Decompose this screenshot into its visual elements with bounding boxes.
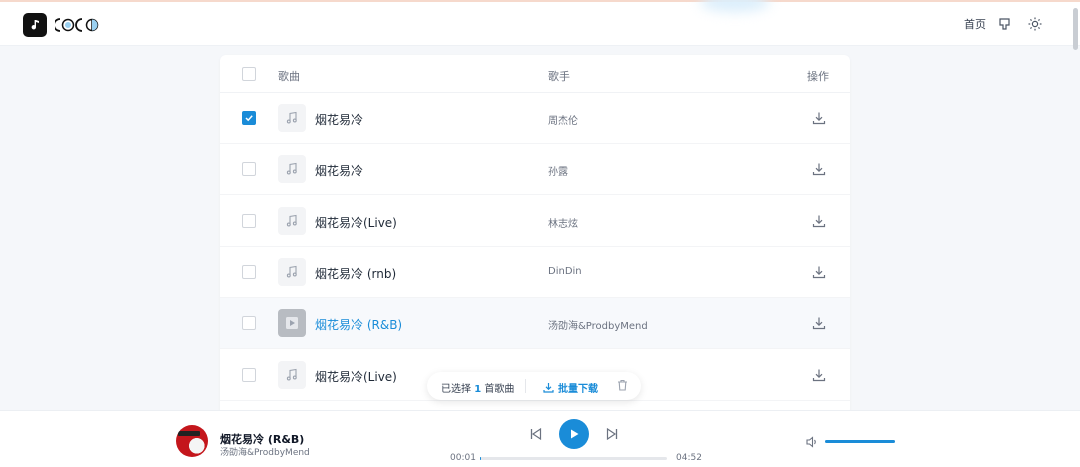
table-row[interactable]: 烟花易冷 (rnb) DinDin (220, 247, 850, 298)
playing-cover-icon[interactable] (278, 309, 306, 338)
divider (525, 379, 526, 393)
song-title[interactable]: 烟花易冷 (315, 111, 363, 128)
song-artist[interactable]: 周杰伦 (548, 112, 578, 127)
song-title[interactable]: 烟花易冷 (rnb) (315, 265, 396, 282)
current-time: 00:01 (450, 453, 476, 463)
progress-fill (480, 457, 481, 460)
volume-icon[interactable] (805, 435, 819, 449)
music-note-icon[interactable] (23, 13, 47, 37)
row-checkbox[interactable] (242, 316, 256, 331)
row-checkbox[interactable] (242, 264, 256, 279)
music-note-icon[interactable] (278, 155, 306, 184)
download-icon[interactable] (812, 213, 826, 227)
table-row[interactable]: 烟花易冷 周杰伦 (220, 93, 850, 144)
row-checkbox[interactable] (242, 111, 256, 125)
table-header: 歌曲 歌手 操作 (220, 55, 850, 93)
play-icon (571, 429, 579, 439)
song-title[interactable]: 烟花易冷(Live) (315, 368, 397, 385)
table-row[interactable]: 烟花易冷 孙露 (220, 144, 850, 196)
row-checkbox[interactable] (242, 213, 256, 228)
song-table: 歌曲 歌手 操作 烟花易冷 周杰伦 烟花易冷 孙露 烟花易冷(Live) 林志炫 烟花易冷 … (220, 55, 850, 415)
table-row[interactable]: 烟花易冷(Live) 林志炫 (220, 196, 850, 247)
album-cover[interactable] (176, 425, 208, 457)
download-icon[interactable] (812, 110, 826, 125)
column-header-song: 歌曲 (278, 70, 300, 83)
song-title[interactable]: 烟花易冷 (R&B) (315, 316, 402, 333)
music-note-icon[interactable] (278, 257, 306, 286)
song-artist[interactable]: 林志炫 (548, 215, 578, 230)
table-row[interactable]: 烟花易冷 (R&B) 汤劭海&ProdbyMend (220, 298, 850, 350)
download-icon[interactable] (812, 367, 826, 381)
nav-home-link[interactable]: 首页 (964, 16, 986, 32)
volume-slider[interactable] (825, 440, 895, 443)
download-icon[interactable] (812, 264, 826, 278)
download-icon[interactable] (812, 161, 826, 176)
song-artist[interactable]: 汤劭海&ProdbyMend (548, 317, 648, 332)
sun-icon[interactable] (1026, 15, 1044, 33)
player-bar: 烟花易冷 (R&B) 汤劭海&ProdbyMend 00:01 04:52 (0, 410, 1080, 467)
batch-action-bar: 已选择 1 首歌曲 批量下载 (427, 372, 641, 400)
select-all-checkbox[interactable] (242, 67, 256, 81)
song-title[interactable]: 烟花易冷(Live) (315, 214, 397, 231)
scrollbar-thumb[interactable] (1073, 8, 1078, 50)
play-button[interactable] (559, 419, 589, 449)
trash-icon[interactable] (617, 379, 628, 394)
column-header-action: 操作 (807, 70, 829, 83)
download-icon[interactable] (812, 315, 826, 330)
co-logo-mark[interactable] (55, 13, 103, 37)
column-header-artist: 歌手 (548, 70, 570, 83)
row-checkbox[interactable] (242, 162, 256, 177)
top-header: 首页 (0, 0, 1080, 50)
song-title[interactable]: 烟花易冷 (315, 162, 363, 179)
next-icon[interactable] (605, 427, 619, 441)
github-icon[interactable] (995, 15, 1013, 33)
previous-icon[interactable] (529, 427, 543, 441)
row-checkbox[interactable] (242, 367, 256, 382)
music-note-icon[interactable] (278, 360, 306, 389)
selection-count: 已选择 1 首歌曲 (441, 384, 515, 395)
header-glow (700, 0, 770, 12)
song-artist[interactable]: 孙露 (548, 163, 568, 178)
album-label-strip (178, 431, 200, 436)
volume-fill (825, 440, 895, 443)
music-note-icon[interactable] (278, 104, 306, 132)
now-playing-artist: 汤劭海&ProdbyMend (220, 448, 310, 458)
music-note-icon[interactable] (278, 206, 306, 235)
total-time: 04:52 (676, 453, 702, 463)
batch-download-button[interactable]: 批量下载 (543, 380, 598, 395)
song-artist[interactable]: DinDin (548, 266, 582, 277)
progress-slider[interactable] (480, 457, 667, 460)
download-icon (543, 383, 554, 393)
